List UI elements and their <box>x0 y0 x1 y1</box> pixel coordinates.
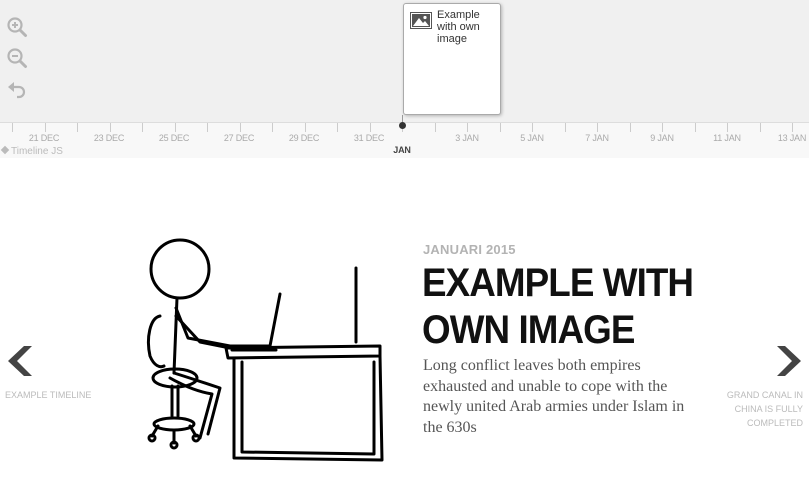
slide-description: Long conflict leaves both empires exhaus… <box>423 357 685 436</box>
tick-mark <box>435 123 436 132</box>
marker-title: Example with own image <box>437 9 480 45</box>
tick-mark <box>532 123 533 132</box>
next-slide-label: GRAND CANAL IN CHINA IS FULLY COMPLETED <box>726 390 803 428</box>
timeline-marker-card[interactable]: Example with own image <box>403 3 501 115</box>
tick-label: 11 JAN <box>713 133 741 143</box>
tick-mark <box>565 123 566 132</box>
previous-slide-button[interactable]: EXAMPLE TIMELINE <box>0 340 95 410</box>
tick-mark <box>175 123 176 132</box>
major-tick-label: JAN <box>393 145 411 155</box>
timelinejs-logo-icon <box>0 145 10 155</box>
tick-mark <box>597 123 598 132</box>
timeline-navigation[interactable]: Example with own image 21 DEC 23 DEC 25 DE… <box>0 0 809 158</box>
tick-label: 23 DEC <box>93 133 125 143</box>
tick-label: 31 DEC <box>353 133 385 143</box>
tick-label: 7 JAN <box>585 133 609 143</box>
tick-mark <box>45 123 46 132</box>
tick-mark <box>110 123 111 132</box>
tick-mark <box>727 123 728 132</box>
tick-mark <box>142 123 143 132</box>
image-icon <box>410 12 432 29</box>
chevron-right-icon <box>777 346 801 376</box>
next-slide-button[interactable]: GRAND CANAL IN CHINA IS FULLY COMPLETED <box>715 340 809 435</box>
slide-title: EXAMPLE WITH OWN IMAGE <box>422 261 694 352</box>
tick-mark <box>272 123 273 132</box>
chevron-left-icon <box>8 346 32 376</box>
tick-label: 9 JAN <box>650 133 674 143</box>
tick-mark <box>695 123 696 132</box>
back-to-start-button[interactable] <box>6 79 28 101</box>
slide-date: JANUARI 2015 <box>423 242 516 257</box>
tick-label: 3 JAN <box>455 133 479 143</box>
tick-mark <box>760 123 761 132</box>
stick-figure-desk-drawing <box>146 238 384 462</box>
tick-mark <box>792 123 793 132</box>
tick-label: 21 DEC <box>28 133 60 143</box>
tick-mark <box>467 123 468 132</box>
zoom-out-icon <box>7 48 27 68</box>
tick-mark <box>370 123 371 132</box>
tick-mark <box>240 123 241 132</box>
slide-image <box>130 238 390 473</box>
tick-mark <box>12 123 13 132</box>
tick-label: 29 DEC <box>288 133 320 143</box>
timelinejs-credit[interactable]: Timeline JS <box>0 145 63 157</box>
zoom-in-button[interactable] <box>6 16 28 38</box>
tick-mark <box>305 123 306 132</box>
zoom-in-icon <box>7 17 27 37</box>
previous-slide-label: EXAMPLE TIMELINE <box>5 390 92 400</box>
tick-mark <box>630 123 631 132</box>
zoom-out-button[interactable] <box>6 47 28 69</box>
tick-mark <box>337 123 338 132</box>
credit-text: Timeline JS <box>11 146 63 157</box>
tick-mark <box>207 123 208 132</box>
marker-dot <box>399 122 406 129</box>
tick-label: 25 DEC <box>158 133 190 143</box>
back-arrow-icon <box>8 82 26 99</box>
tick-mark <box>77 123 78 132</box>
tick-mark <box>500 123 501 132</box>
tick-label: 5 JAN <box>520 133 544 143</box>
tick-mark <box>662 123 663 132</box>
tick-label: 27 DEC <box>223 133 255 143</box>
tick-label: 13 JAN <box>777 133 807 143</box>
